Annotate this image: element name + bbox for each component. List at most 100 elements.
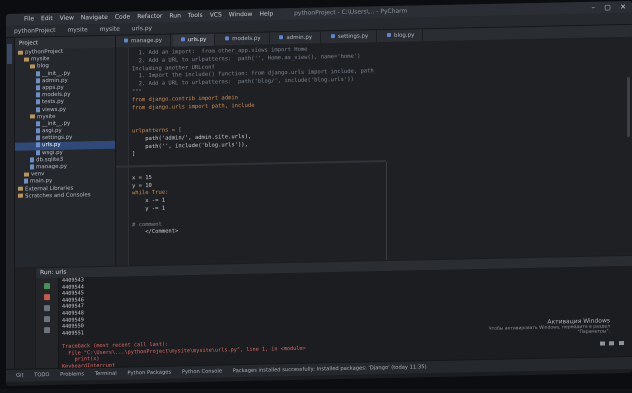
- minimize-icon[interactable]: –: [592, 4, 596, 12]
- file-icon: [30, 164, 34, 170]
- tree-item-label: blog: [37, 63, 49, 70]
- tree-item[interactable]: Scratches and Consoles: [15, 191, 115, 200]
- tree-item-label: apps.py: [42, 84, 64, 92]
- menu-help[interactable]: Help: [259, 10, 273, 17]
- taskbar: [0, 389, 632, 393]
- tree-item-label: urls.py: [42, 142, 61, 149]
- file-icon: [36, 128, 40, 134]
- system-tray: [597, 341, 624, 348]
- file-icon: [36, 149, 40, 155]
- rerun-icon[interactable]: [44, 283, 50, 290]
- tree-item-label: db.sqlite3: [36, 156, 64, 164]
- menu-code[interactable]: Code: [115, 13, 130, 20]
- status-terminal[interactable]: Terminal: [95, 371, 117, 377]
- tree-item-label: views.py: [42, 106, 67, 113]
- python-file-icon: [180, 37, 185, 42]
- status-python-packages[interactable]: Python Packages: [127, 370, 171, 377]
- status-git[interactable]: Git: [16, 373, 24, 379]
- file-icon: [36, 142, 40, 148]
- tree-item-label: pythonProject: [25, 48, 64, 56]
- print-icon[interactable]: [44, 316, 50, 323]
- python-file-icon: [387, 32, 392, 38]
- code-editor[interactable]: 1. Add an import: from other_app.views i…: [116, 36, 632, 266]
- tree-item-label: asgi.py: [42, 127, 62, 135]
- python-file-icon: [124, 38, 128, 43]
- windows-activation-watermark: Активация Windows Чтобы активировать Win…: [470, 317, 610, 337]
- folder-icon: [30, 64, 35, 69]
- menu-navigate[interactable]: Navigate: [81, 14, 108, 22]
- folder-icon: [30, 114, 35, 119]
- right-margin-guide: [386, 162, 387, 261]
- volume-icon[interactable]: [609, 341, 615, 346]
- breadcrumb-item[interactable]: pythonProject: [14, 27, 56, 35]
- file-icon: [36, 106, 40, 112]
- tree-item-label: models.py: [42, 91, 71, 99]
- tree-item-label: venv: [31, 171, 45, 178]
- line-gutter: [116, 47, 129, 266]
- breadcrumb-item[interactable]: urls.py: [132, 25, 152, 32]
- status-problems[interactable]: Problems: [60, 371, 84, 378]
- python-file-icon: [330, 34, 335, 39]
- battery-icon[interactable]: [619, 341, 624, 346]
- stop-icon[interactable]: [44, 294, 50, 301]
- close-icon[interactable]: ✕: [620, 3, 626, 11]
- menu-refactor[interactable]: Refactor: [137, 13, 162, 21]
- tab-models[interactable]: models.py: [217, 32, 270, 46]
- folder-icon: [18, 50, 23, 55]
- tree-item-label: admin.py: [42, 77, 68, 84]
- folder-icon: [18, 186, 23, 191]
- project-tool-tab[interactable]: [7, 43, 12, 64]
- code-area[interactable]: 1. Add an import: from other_app.views i…: [132, 40, 624, 237]
- editor-scrollbar[interactable]: [627, 76, 630, 137]
- tree-item-label: mysite: [37, 113, 56, 121]
- menu-run[interactable]: Run: [169, 12, 181, 19]
- scroll-end-icon[interactable]: [44, 305, 50, 312]
- menu-view[interactable]: View: [60, 15, 74, 22]
- file-icon: [24, 178, 28, 184]
- run-toolbar: [36, 277, 59, 379]
- file-icon: [36, 70, 40, 76]
- window-title: pythonProject - C:\Users\... - PyCharm: [294, 7, 408, 17]
- file-icon: [36, 99, 40, 105]
- file-icon: [36, 85, 40, 91]
- file-icon: [36, 135, 40, 141]
- tree-item-label: __init__.py: [42, 120, 71, 128]
- menu-tools[interactable]: Tools: [188, 12, 203, 19]
- tree-item-label: __init__.py: [42, 70, 71, 77]
- tab-blog[interactable]: blog.py: [379, 29, 424, 43]
- status-todo[interactable]: TODO: [34, 372, 49, 378]
- python-file-icon: [279, 35, 284, 40]
- project-panel: Project pythonProject mysite blog __init__.…: [15, 35, 116, 268]
- menu-window[interactable]: Window: [229, 11, 253, 18]
- status-python-console[interactable]: Python Console: [182, 368, 222, 375]
- breadcrumb-item[interactable]: mysite: [67, 26, 87, 33]
- window-controls: – ▢ ✕: [585, 1, 626, 14]
- file-icon: [36, 78, 40, 84]
- tree-item-label: External Libraries: [25, 185, 74, 193]
- tab-admin[interactable]: admin.py: [271, 31, 322, 45]
- ide-window: File Edit View Navigate Code Refactor Run Tools…: [6, 0, 632, 386]
- run-left-strip: [15, 268, 35, 379]
- python-file-icon: [225, 36, 230, 41]
- menu-vcs[interactable]: VCS: [210, 11, 222, 18]
- menu-edit[interactable]: Edit: [41, 15, 53, 22]
- breadcrumb-item[interactable]: mysite: [100, 26, 120, 33]
- tree-item-label: tests.py: [42, 99, 64, 106]
- tree-item-label: wsgi.py: [42, 149, 63, 156]
- folder-icon: [24, 57, 29, 62]
- tree-item-label: Scratches and Consoles: [25, 191, 91, 200]
- maximize-icon[interactable]: ▢: [604, 3, 611, 11]
- file-icon: [36, 121, 40, 127]
- folder-icon: [24, 172, 29, 177]
- tree-item-label: mysite: [31, 56, 50, 63]
- left-tool-strip: [6, 37, 15, 371]
- file-icon: [36, 92, 40, 98]
- tree-item-label: main.py: [30, 178, 53, 185]
- menu-file[interactable]: File: [24, 15, 34, 22]
- file-icon: [30, 157, 34, 163]
- trash-icon[interactable]: [44, 327, 50, 334]
- tree-item-label: manage.py: [36, 163, 67, 171]
- tree-item-label: settings.py: [42, 134, 73, 142]
- folder-icon: [18, 193, 23, 198]
- network-icon[interactable]: [599, 341, 605, 346]
